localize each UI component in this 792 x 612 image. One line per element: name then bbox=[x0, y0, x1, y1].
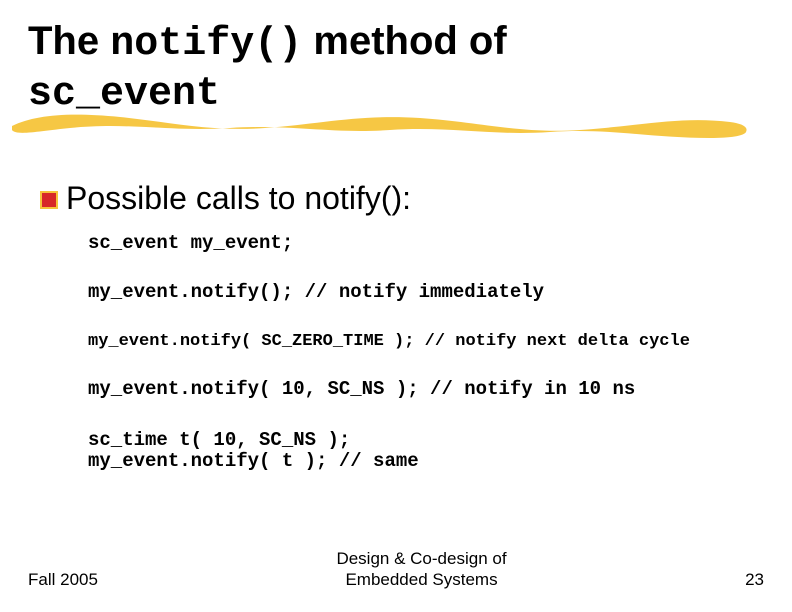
code-line: my_event.notify( t ); // same bbox=[88, 451, 764, 472]
slide-title: The notify() method of sc_event bbox=[28, 18, 764, 118]
title-text-2: method of bbox=[302, 19, 506, 63]
footer: Fall 2005 Design & Co-design of Embedded… bbox=[28, 549, 764, 590]
code-line: sc_event my_event; bbox=[88, 233, 764, 254]
footer-center-line1: Design & Co-design of bbox=[336, 549, 506, 568]
code-line: sc_time t( 10, SC_NS ); bbox=[88, 430, 764, 451]
code-line: my_event.notify( SC_ZERO_TIME ); // noti… bbox=[88, 332, 764, 351]
bullet-item: Possible calls to notify(): bbox=[28, 180, 764, 217]
title-code-1: notify() bbox=[110, 22, 302, 67]
code-block: sc_event my_event; my_event.notify(); //… bbox=[28, 233, 764, 472]
code-line: my_event.notify(); // notify immediately bbox=[88, 282, 764, 303]
code-line: my_event.notify( 10, SC_NS ); // notify … bbox=[88, 379, 764, 400]
square-bullet-icon bbox=[38, 189, 60, 211]
title-text-1: The bbox=[28, 19, 110, 63]
footer-center-line2: Embedded Systems bbox=[345, 570, 497, 589]
footer-left: Fall 2005 bbox=[28, 570, 98, 590]
title-code-2: sc_event bbox=[28, 72, 220, 117]
footer-center: Design & Co-design of Embedded Systems bbox=[138, 549, 705, 590]
slide: The notify() method of sc_event Possible… bbox=[0, 0, 792, 612]
bullet-text: Possible calls to notify(): bbox=[66, 180, 411, 217]
footer-page-number: 23 bbox=[745, 570, 764, 590]
